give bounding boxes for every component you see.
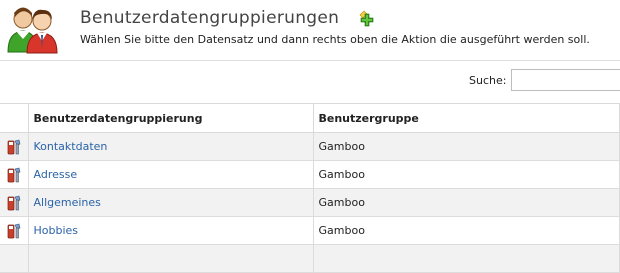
search-input[interactable]	[511, 69, 620, 91]
row-name-link[interactable]: Hobbies	[34, 224, 79, 237]
row-icon-cell	[0, 132, 29, 161]
column-header-gruppierung[interactable]: Benutzerdatengruppierung	[28, 103, 314, 133]
table-header-row: Benutzerdatengruppierung Benutzergruppe	[0, 103, 620, 133]
row-group-cell: Gamboo	[313, 132, 620, 161]
row-name-link[interactable]: Allgemeines	[34, 196, 101, 209]
row-name-cell: Kontaktdaten	[28, 132, 314, 161]
table-row[interactable]: Allgemeines Gamboo	[0, 188, 620, 217]
row-name-cell: Hobbies	[28, 216, 314, 245]
edit-tools-icon[interactable]	[6, 139, 22, 155]
row-group-cell: Gamboo	[313, 188, 620, 217]
row-icon-cell	[0, 216, 29, 245]
row-icon-cell	[0, 160, 29, 189]
data-table: Benutzerdatengruppierung Benutzergruppe …	[0, 103, 620, 273]
search-label: Suche:	[469, 74, 507, 87]
column-header-benutzergruppe[interactable]: Benutzergruppe	[313, 103, 620, 133]
edit-tools-icon[interactable]	[6, 223, 22, 239]
row-icon-cell	[0, 188, 29, 217]
edit-tools-icon[interactable]	[6, 167, 22, 183]
table-row[interactable]: Kontaktdaten Gamboo	[0, 132, 620, 161]
row-name-link[interactable]: Adresse	[34, 168, 78, 181]
icon-column-header	[0, 103, 29, 133]
table-row[interactable]: Adresse Gamboo	[0, 160, 620, 189]
table-row[interactable]: Hobbies Gamboo	[0, 216, 620, 245]
page-subtitle: Wählen Sie bitte den Datensatz und dann …	[80, 33, 590, 46]
row-name-link[interactable]: Kontaktdaten	[34, 140, 108, 153]
page-title: Benutzerdatengruppierungen	[80, 8, 340, 28]
row-name-cell: Allgemeines	[28, 188, 314, 217]
header-divider	[0, 60, 620, 61]
page-header: Benutzerdatengruppierungen Wählen Sie bi…	[0, 0, 620, 58]
user-group-icon	[7, 7, 58, 54]
row-group-cell: Gamboo	[313, 160, 620, 189]
row-group-cell: Gamboo	[313, 216, 620, 245]
row-name-cell: Adresse	[28, 160, 314, 189]
edit-tools-icon[interactable]	[6, 195, 22, 211]
add-icon[interactable]	[358, 10, 376, 28]
